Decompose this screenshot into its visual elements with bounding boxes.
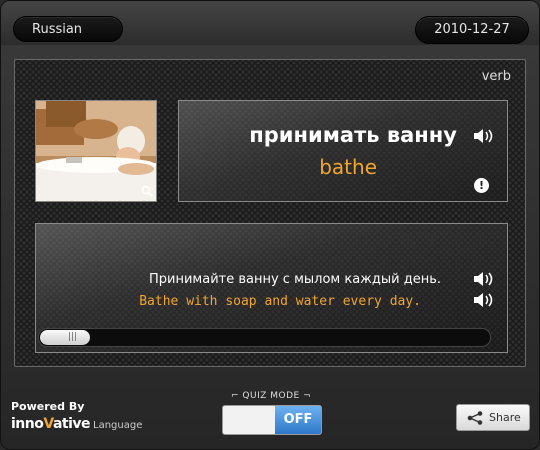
word-image[interactable] xyxy=(35,100,157,202)
target-word: принимать ванну xyxy=(249,123,457,147)
date-pill: 2010-12-27 xyxy=(415,16,529,44)
share-icon xyxy=(467,411,483,425)
quiz-toggle-state: OFF xyxy=(275,406,321,434)
quiz-mode-toggle[interactable]: OFF xyxy=(222,405,322,435)
language-pill: Russian xyxy=(13,16,123,42)
top-bar: Russian 2010-12-27 xyxy=(1,1,539,45)
brand-post: ative xyxy=(52,416,91,432)
example-native: Принимайте ванну с мылом каждый день. xyxy=(149,272,441,287)
share-button[interactable]: Share xyxy=(456,404,530,431)
speaker-icon[interactable] xyxy=(473,291,495,313)
app-frame: Russian 2010-12-27 verb принимать ванну … xyxy=(0,0,540,450)
alert-icon[interactable]: ! xyxy=(474,178,489,193)
translation: bathe xyxy=(319,155,377,179)
brand-v: V xyxy=(43,416,53,432)
word-card: принимать ванну bathe ! xyxy=(178,100,508,202)
scrollbar[interactable]: ||| xyxy=(38,328,491,347)
quiz-bracket-left: ⌐ xyxy=(231,391,243,401)
bath-illustration xyxy=(36,101,156,201)
part-of-speech: verb xyxy=(481,69,511,84)
share-label: Share xyxy=(489,411,521,424)
speaker-icon[interactable] xyxy=(473,127,495,149)
quiz-bracket-right: ¬ xyxy=(299,391,312,401)
quiz-mode-label: ⌐ QUIZ MODE ¬ xyxy=(231,391,311,401)
powered-by: Powered By xyxy=(11,400,85,413)
magnifier-icon[interactable] xyxy=(140,185,154,199)
brand-suffix: Language xyxy=(93,420,143,431)
scrollbar-thumb[interactable]: ||| xyxy=(40,330,90,345)
sentence-card: Принимайте ванну с мылом каждый день. Ba… xyxy=(35,223,508,353)
brand-logo[interactable]: innoVative Language xyxy=(11,416,142,432)
example-english: Bathe with soap and water every day. xyxy=(139,294,421,309)
speaker-icon[interactable] xyxy=(473,270,495,292)
flashcard-panel: verb принимать ванну bathe ! Принимайте … xyxy=(14,59,526,367)
quiz-mode-text: QUIZ MODE xyxy=(242,391,300,401)
brand-pre: inno xyxy=(11,416,44,432)
